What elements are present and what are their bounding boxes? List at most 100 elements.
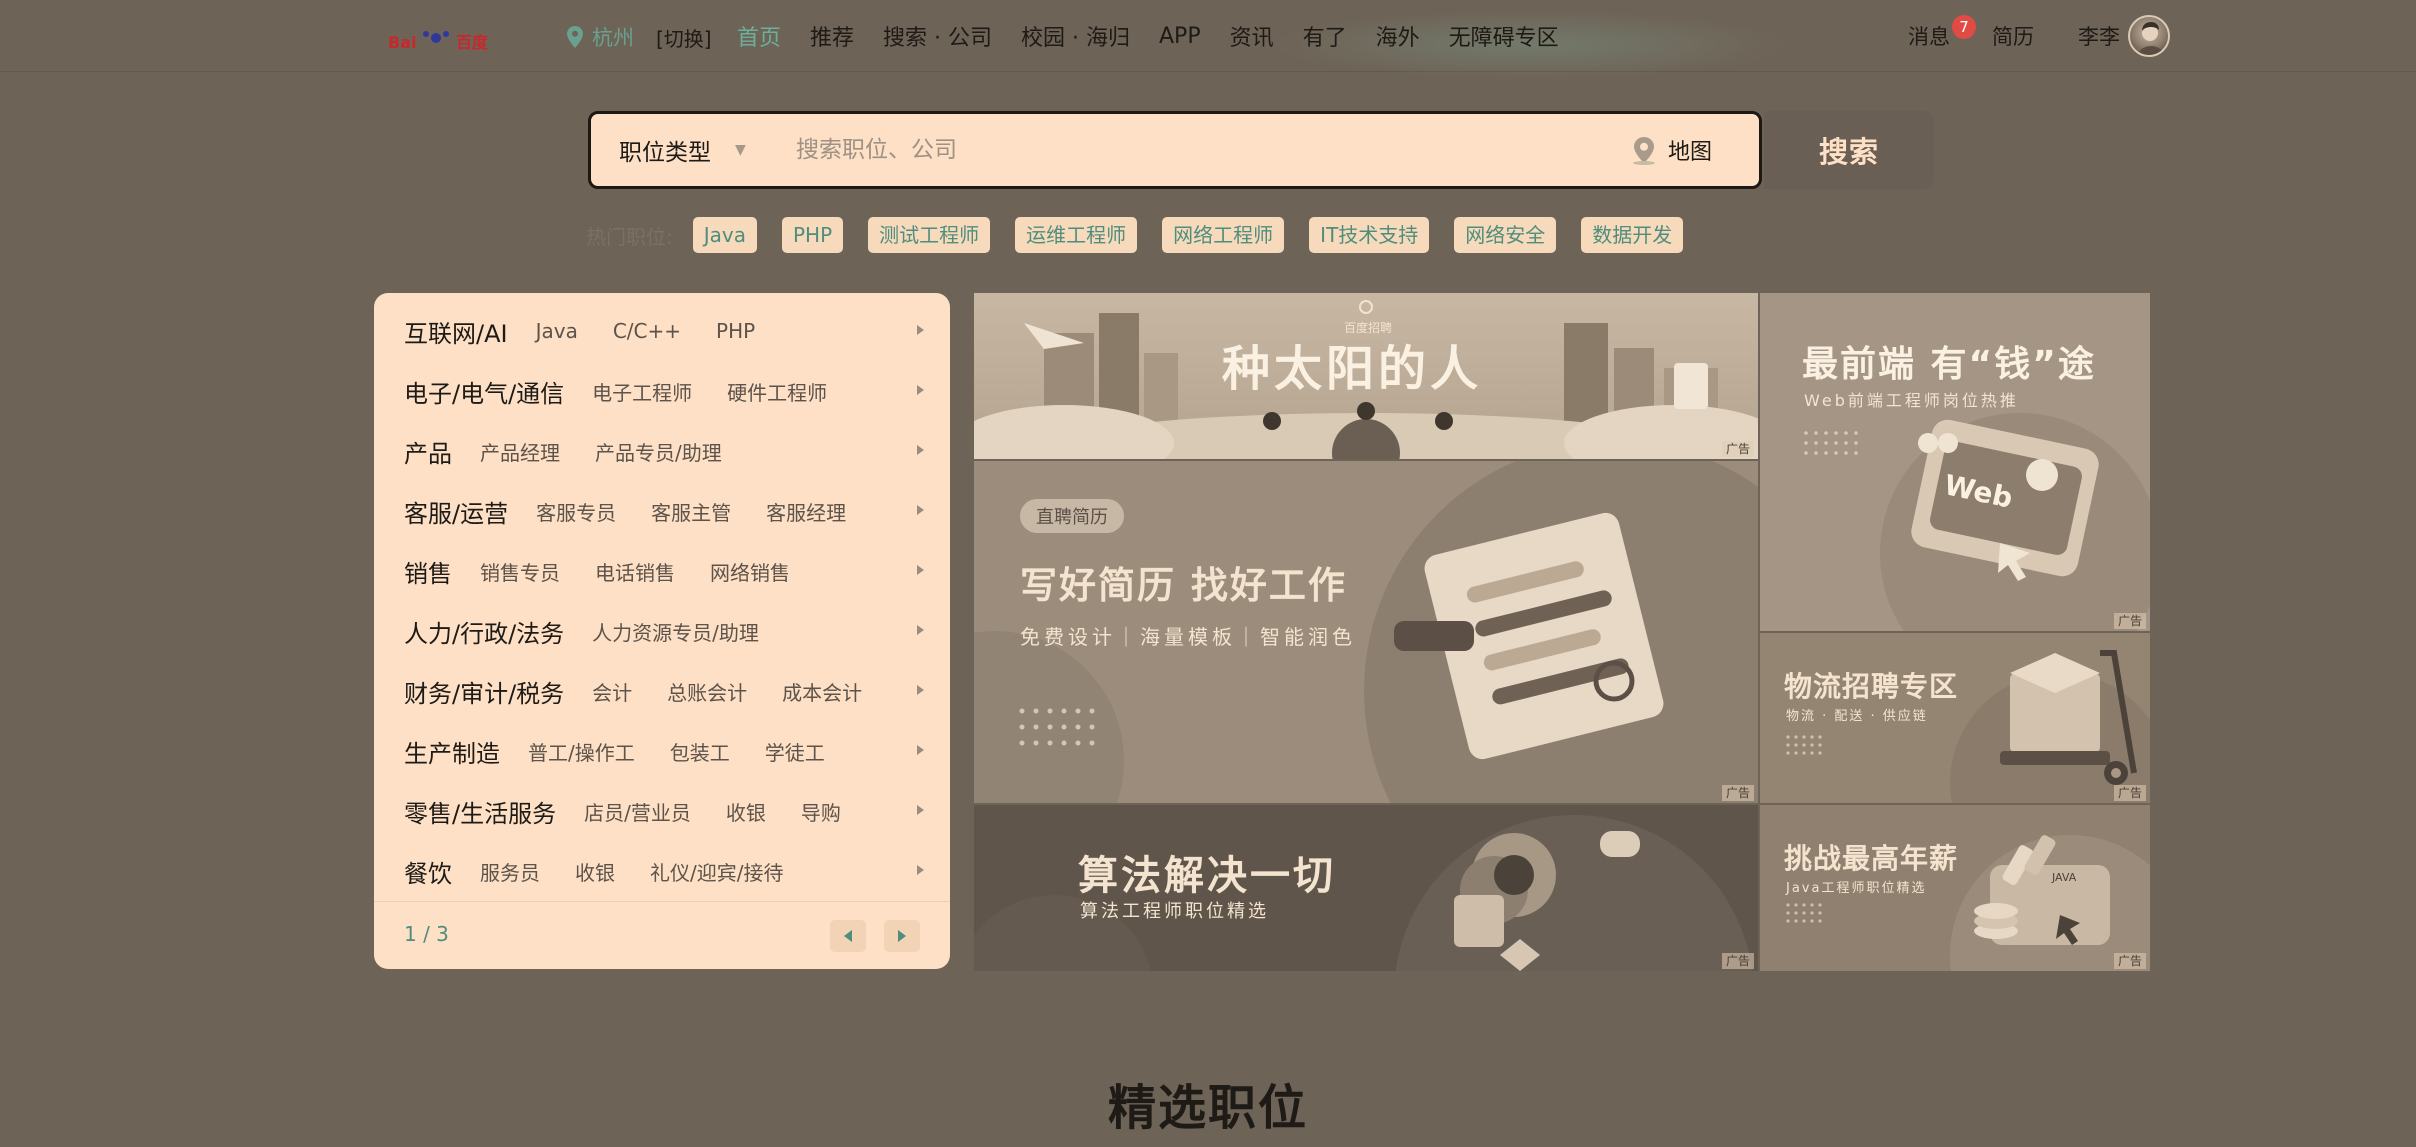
category-sub-link[interactable]: 销售专员 [480,557,560,586]
messages-label: 消息 [1908,25,1950,49]
category-sub-link[interactable]: 服务员 [480,857,540,886]
category-sub-link[interactable]: 硬件工程师 [727,377,827,406]
category-sub-link[interactable]: 产品经理 [480,437,560,466]
hot-job-tag[interactable]: 数据开发 [1581,217,1684,253]
prev-page-button[interactable] [830,920,866,952]
hot-job-tag[interactable]: Java [692,217,757,253]
job-category-panel: 1 / 3 互联网/AI Java C/C++ PHP 电子/电气/通信 电子工程师 硬件工… [374,293,950,969]
category-sub-link[interactable]: 网络销售 [710,557,790,586]
hot-job-tag[interactable]: PHP [782,217,844,253]
category-sub-link[interactable]: PHP [716,319,755,343]
search-input[interactable] [796,128,1376,172]
category-title[interactable]: 餐饮 [404,854,452,889]
caret-right-icon [917,745,924,755]
nav-link-1[interactable]: 推荐 [810,20,854,52]
category-sub-link[interactable]: 成本会计 [782,677,862,706]
category-sub-link[interactable]: 店员/营业员 [584,797,691,826]
location-switch-link[interactable]: [切换] [656,23,712,52]
hot-job-tag[interactable]: 网络安全 [1454,217,1557,253]
category-sub-link[interactable]: 学徒工 [765,737,825,766]
caret-right-icon [917,625,924,635]
category-sub-link[interactable]: Java [536,319,578,343]
username[interactable]: 李李 [2078,21,2120,51]
main-nav-links: 首页 推荐 搜索 · 公司 校园 · 海归 APP 资讯 有了 海外 无障碍专区 [737,18,1588,54]
category-row[interactable]: 电子/电气/通信 电子工程师 硬件工程师 [404,361,924,421]
category-sub-link[interactable]: C/C++ [613,319,681,343]
next-page-button[interactable] [884,920,920,952]
logistics-subtitle: 物流 · 配送 · 供应链 [1786,709,1928,724]
resume-title-part2: 找好工作 [1190,564,1347,607]
nav-link-3[interactable]: 校园 · 海归 [1021,20,1130,52]
category-sub-link[interactable]: 普工/操作工 [528,737,635,766]
chevron-down-icon: ▼ [735,142,746,158]
nav-link-4[interactable]: APP [1159,24,1201,49]
section-title-featured-jobs: 精选职位 [1107,1080,1308,1136]
category-sub-link[interactable]: 总账会计 [667,677,747,706]
job-type-dropdown[interactable]: 职位类型 ▼ [619,114,746,186]
hot-job-tag[interactable]: 网络工程师 [1162,217,1285,253]
banner-sun-people[interactable]: 百度招聘 种太阳的人 广告 [974,293,1758,459]
resume-badge: 直聘简历 [1020,499,1124,533]
category-sub-link[interactable]: 客服经理 [766,497,846,526]
nav-link-5[interactable]: 资讯 [1230,20,1274,52]
map-label: 地图 [1668,140,1713,165]
hot-job-tag[interactable]: 运维工程师 [1015,217,1138,253]
banner-salary[interactable]: JAVA 挑战最高年薪 Java工程师职位精选 广告 [1760,805,2150,971]
category-sub-link[interactable]: 导购 [801,797,841,826]
resume-link[interactable]: 简历 [1992,21,2034,51]
category-title[interactable]: 人力/行政/法务 [404,614,564,649]
category-title[interactable]: 财务/审计/税务 [404,674,564,709]
banner-algorithm[interactable]: 算法解决一切 算法工程师职位精选 广告 [974,805,1758,971]
category-sub-link[interactable]: 产品专员/助理 [595,437,722,466]
search-button[interactable]: 搜索 [1764,111,1934,189]
category-row[interactable]: 人力/行政/法务 人力资源专员/助理 [404,601,924,661]
hot-job-tag[interactable]: 测试工程师 [868,217,991,253]
category-sub-link[interactable]: 客服主管 [651,497,731,526]
avatar-person-icon [2137,22,2165,55]
banner-logistics[interactable]: 物流招聘专区 物流 · 配送 · 供应链 广告 [1760,633,2150,803]
category-sub-link[interactable]: 收银 [575,857,615,886]
page-indicator: 1 / 3 [404,922,449,946]
nav-link-2[interactable]: 搜索 · 公司 [883,20,992,52]
ad-tag: 广告 [1721,785,1754,801]
category-title[interactable]: 客服/运营 [404,494,508,529]
category-title[interactable]: 电子/电气/通信 [404,374,564,409]
category-row[interactable]: 客服/运营 客服专员 客服主管 客服经理 [404,481,924,541]
messages-link[interactable]: 消息 7 [1908,15,1976,51]
avatar[interactable] [2128,15,2170,57]
category-title[interactable]: 产品 [404,434,452,469]
category-row[interactable]: 互联网/AI Java C/C++ PHP [404,301,924,361]
map-pin-icon [1633,137,1655,165]
category-title[interactable]: 互联网/AI [404,314,508,349]
map-button[interactable]: 地图 [1630,114,1712,186]
category-title[interactable]: 生产制造 [404,734,500,769]
category-sub-link[interactable]: 包装工 [670,737,730,766]
category-sub-link[interactable]: 电话销售 [595,557,675,586]
category-sub-link[interactable]: 客服专员 [536,497,616,526]
java-art-label: JAVA [2052,871,2077,884]
category-sub-link[interactable]: 礼仪/迎宾/接待 [650,857,783,886]
algo-subtitle: 算法工程师职位精选 [1080,901,1269,922]
category-sub-link[interactable]: 会计 [592,677,632,706]
category-row[interactable]: 产品 产品经理 产品专员/助理 [404,421,924,481]
category-row[interactable]: 生产制造 普工/操作工 包装工 学徒工 [404,721,924,781]
banner-resume[interactable]: 直聘简历 写好简历 找好工作 免费设计｜海量模板｜智能润色 广告 [974,461,1758,803]
category-sub-link[interactable]: 电子工程师 [592,377,692,406]
nav-link-7[interactable]: 海外 [1376,20,1420,52]
category-sub-link[interactable]: 收银 [726,797,766,826]
nav-link-8[interactable]: 无障碍专区 [1449,20,1559,52]
banner-frontend[interactable]: Web 最前端 有“钱”途 Web前端工程师岗位热推 广告 [1760,293,2150,631]
hot-job-tag[interactable]: IT技术支持 [1309,217,1430,253]
category-row[interactable]: 餐饮 服务员 收银 礼仪/迎宾/接待 [404,841,924,901]
category-row[interactable]: 财务/审计/税务 会计 总账会计 成本会计 [404,661,924,721]
nav-link-0[interactable]: 首页 [737,20,781,52]
location-selector[interactable]: 杭州 [切换] [566,20,712,54]
category-sub-link[interactable]: 人力资源专员/助理 [592,617,759,646]
category-row[interactable]: 零售/生活服务 店员/营业员 收银 导购 [404,781,924,841]
category-row[interactable]: 销售 销售专员 电话销售 网络销售 [404,541,924,601]
nav-link-6[interactable]: 有了 [1303,20,1347,52]
category-title[interactable]: 销售 [404,554,452,589]
search-box: 职位类型 ▼ 地图 [588,111,1762,189]
baidu-logo[interactable]: Bai 百度 [388,26,528,54]
category-title[interactable]: 零售/生活服务 [404,794,556,829]
